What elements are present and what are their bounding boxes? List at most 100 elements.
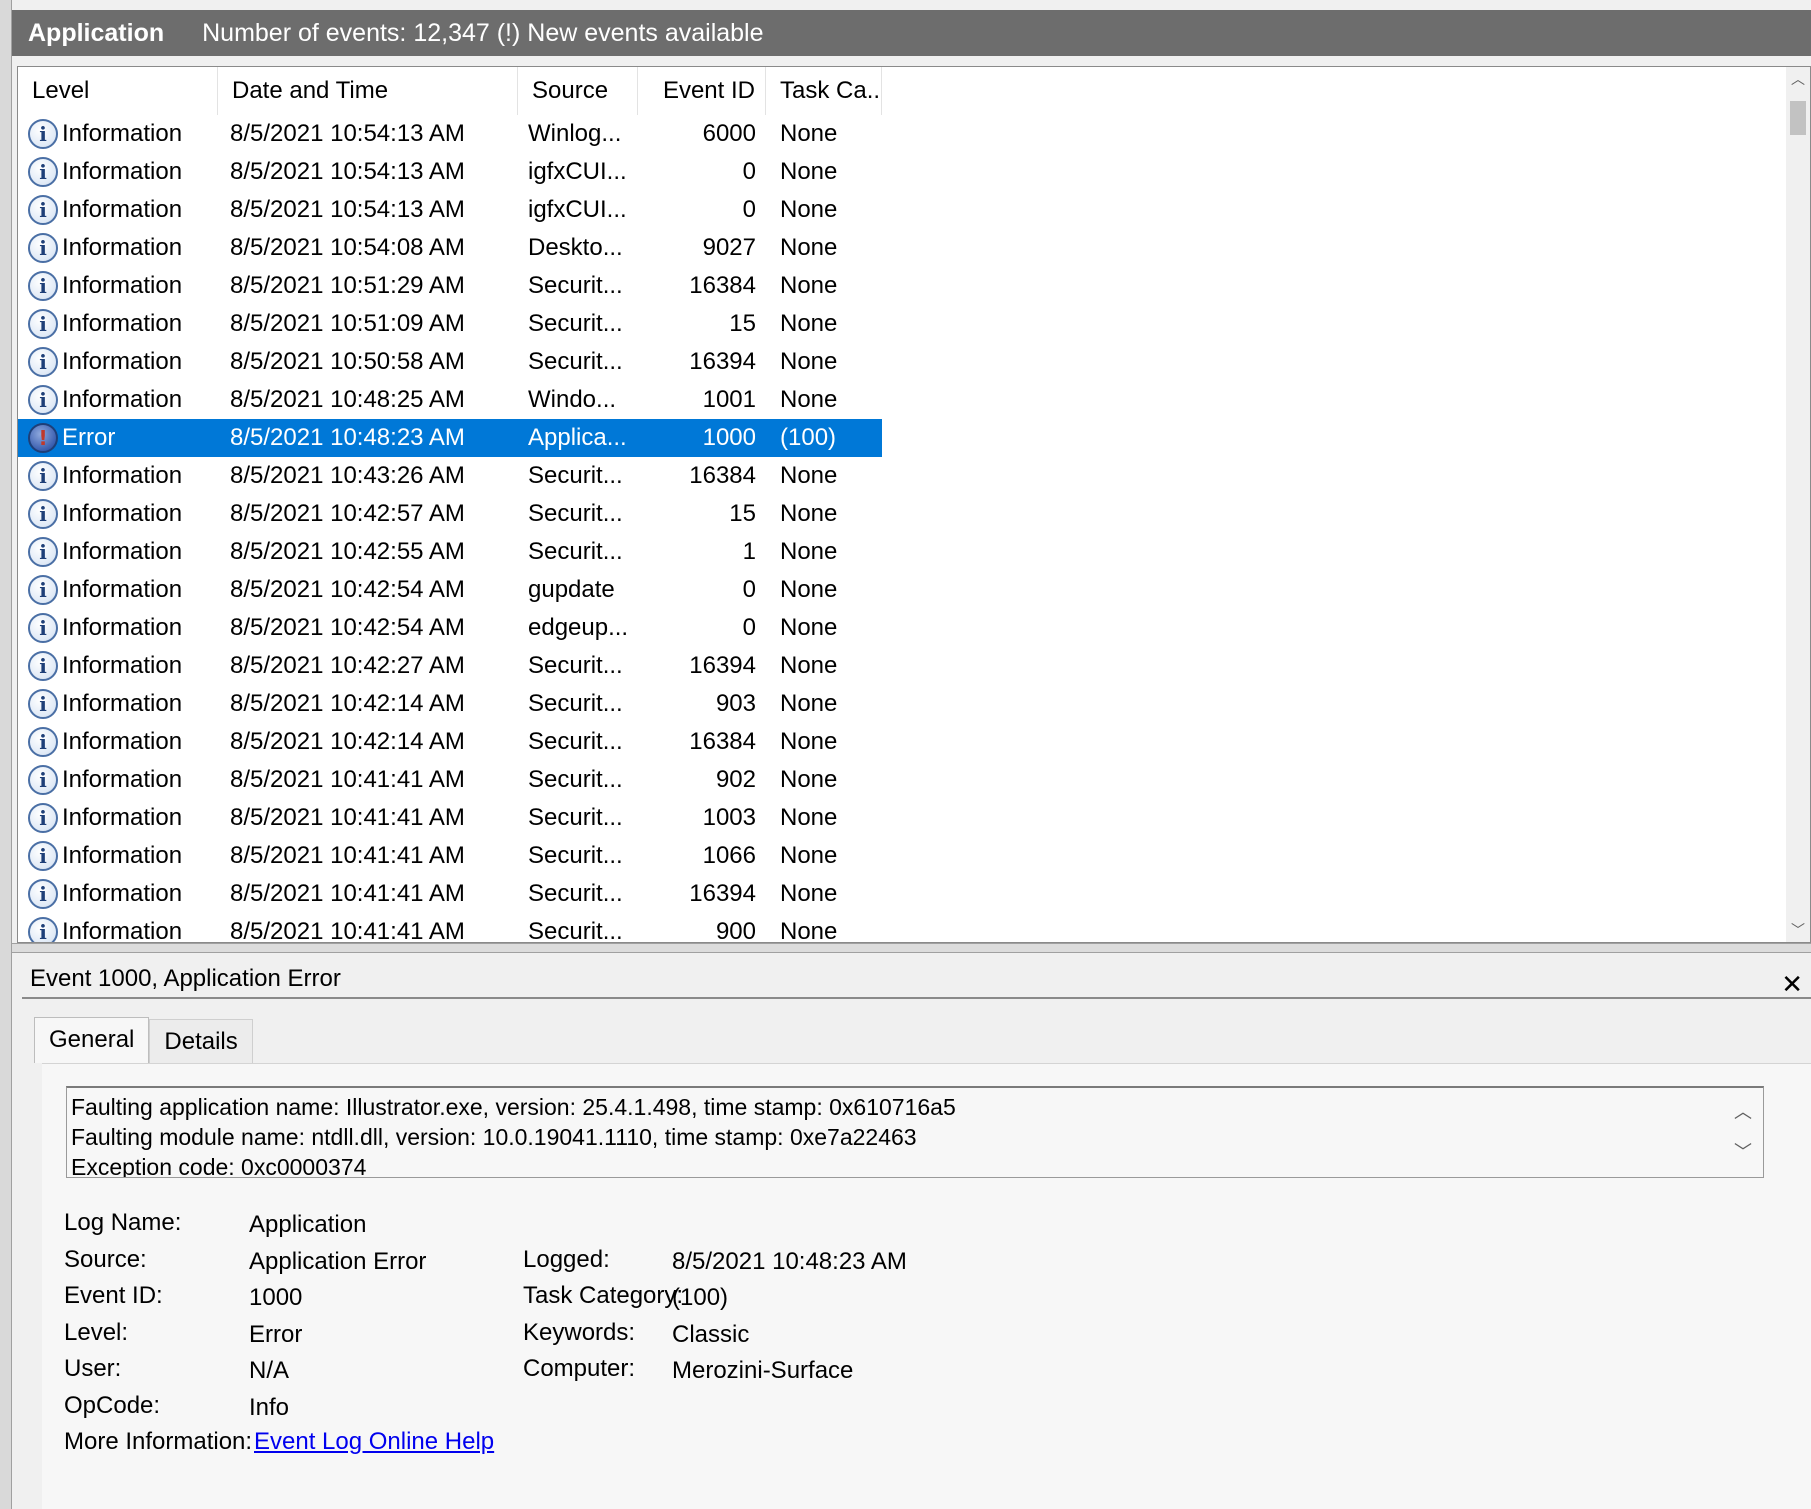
cell-task-category: None	[780, 576, 838, 603]
level-text: Information	[62, 576, 183, 603]
cell-level: i Information	[18, 841, 218, 871]
information-icon: i	[28, 157, 58, 187]
information-icon: i	[28, 195, 58, 225]
cell-level: i Information	[18, 727, 218, 757]
cell-level: i Information	[18, 119, 218, 149]
error-icon: !	[28, 423, 58, 453]
grid-vertical-scrollbar[interactable]: ︿ ﹀	[1786, 67, 1810, 942]
events-grid[interactable]: Level Date and Time Source Event ID Task…	[17, 66, 1811, 943]
column-header-level[interactable]: Level	[18, 67, 218, 115]
cell-event-id: 1001	[702, 386, 756, 413]
cell-date-time: 8/5/2021 10:48:25 AM	[230, 386, 465, 413]
cell-event-id: 902	[715, 766, 756, 793]
level-text: Information	[62, 272, 183, 299]
cell-source: Windo...	[528, 386, 617, 413]
pane-splitter[interactable]	[12, 943, 1811, 953]
detail-header: Event 1000, Application Error ✕	[22, 959, 1811, 999]
cell-event-id: 903	[715, 690, 756, 717]
cell-level: i Information	[18, 689, 218, 719]
table-row[interactable]: i Information 8/5/2021 10:41:41 AM Securit.…	[18, 837, 1786, 875]
cell-event-id: 16394	[689, 652, 756, 679]
information-icon: i	[28, 347, 58, 377]
table-row[interactable]: i Information 8/5/2021 10:41:41 AM Securit.…	[18, 799, 1786, 837]
level-text: Information	[62, 804, 183, 831]
table-row[interactable]: i Information 8/5/2021 10:48:25 AM Windo...…	[18, 381, 1786, 419]
table-row[interactable]: i Information 8/5/2021 10:41:41 AM Securit.…	[18, 913, 1786, 942]
cell-task-category: None	[780, 652, 838, 679]
cell-source: Securit...	[528, 804, 623, 831]
cell-task-category: None	[780, 234, 838, 261]
cell-level: ! Error	[18, 423, 218, 453]
log-name-title: Application	[28, 18, 165, 47]
cell-date-time: 8/5/2021 10:51:09 AM	[230, 310, 465, 337]
table-row[interactable]: i Information 8/5/2021 10:43:26 AM Securit.…	[18, 457, 1786, 495]
grid-header: Level Date and Time Source Event ID Task…	[18, 67, 1810, 115]
cell-level: i Information	[18, 575, 218, 605]
cell-event-id: 0	[742, 614, 756, 641]
table-row[interactable]: i Information 8/5/2021 10:41:41 AM Securit.…	[18, 761, 1786, 799]
cell-event-id: 1000	[702, 424, 756, 451]
table-row[interactable]: i Information 8/5/2021 10:50:58 AM Securit.…	[18, 343, 1786, 381]
table-row[interactable]: i Information 8/5/2021 10:42:14 AM Securit.…	[18, 723, 1786, 761]
tab-details[interactable]: Details	[149, 1019, 253, 1063]
cell-level: i Information	[18, 195, 218, 225]
cell-level: i Information	[18, 499, 218, 529]
scroll-up-arrow-icon[interactable]: ︿	[1786, 67, 1810, 91]
information-icon: i	[28, 651, 58, 681]
table-row[interactable]: i Information 8/5/2021 10:54:13 AM igfxCUI.…	[18, 191, 1786, 229]
cell-source: Securit...	[528, 880, 623, 907]
column-header-event-id[interactable]: Event ID	[638, 67, 766, 115]
information-icon: i	[28, 271, 58, 301]
level-text: Information	[62, 348, 183, 375]
column-header-task-category[interactable]: Task Ca...	[766, 67, 882, 115]
cell-task-category: None	[780, 386, 838, 413]
table-row[interactable]: i Information 8/5/2021 10:54:13 AM igfxCUI.…	[18, 153, 1786, 191]
information-icon: i	[28, 803, 58, 833]
cell-task-category: None	[780, 310, 838, 337]
information-icon: i	[28, 689, 58, 719]
cell-source: Securit...	[528, 538, 623, 565]
window-left-frame	[0, 0, 12, 1509]
table-row[interactable]: i Information 8/5/2021 10:51:29 AM Securit.…	[18, 267, 1786, 305]
table-row[interactable]: i Information 8/5/2021 10:42:55 AM Securit.…	[18, 533, 1786, 571]
cell-task-category: None	[780, 120, 838, 147]
table-row[interactable]: i Information 8/5/2021 10:54:13 AM Winlog..…	[18, 115, 1786, 153]
cell-level: i Information	[18, 537, 218, 567]
cell-date-time: 8/5/2021 10:41:41 AM	[230, 880, 465, 907]
label-log-name: Log Name:	[64, 1209, 182, 1236]
cell-date-time: 8/5/2021 10:41:41 AM	[230, 766, 465, 793]
cell-task-category: None	[780, 728, 838, 755]
event-log-online-help-link[interactable]: Event Log Online Help	[254, 1428, 494, 1456]
table-row[interactable]: i Information 8/5/2021 10:42:57 AM Securit.…	[18, 495, 1786, 533]
table-row[interactable]: ! Error 8/5/2021 10:48:23 AM Applica... 1000…	[18, 419, 882, 457]
table-row[interactable]: i Information 8/5/2021 10:42:27 AM Securit.…	[18, 647, 1786, 685]
table-row[interactable]: i Information 8/5/2021 10:51:09 AM Securit.…	[18, 305, 1786, 343]
table-row[interactable]: i Information 8/5/2021 10:42:54 AM gupdate 0…	[18, 571, 1786, 609]
cell-date-time: 8/5/2021 10:48:23 AM	[230, 424, 465, 451]
level-text: Information	[62, 386, 183, 413]
level-text: Information	[62, 538, 183, 565]
table-row[interactable]: i Information 8/5/2021 10:54:08 AM Deskto..…	[18, 229, 1786, 267]
scrollbar-thumb[interactable]	[1790, 101, 1806, 135]
cell-date-time: 8/5/2021 10:42:57 AM	[230, 500, 465, 527]
table-row[interactable]: i Information 8/5/2021 10:42:14 AM Securit.…	[18, 685, 1786, 723]
close-icon[interactable]: ✕	[1781, 971, 1803, 997]
cell-date-time: 8/5/2021 10:42:55 AM	[230, 538, 465, 565]
table-row[interactable]: i Information 8/5/2021 10:41:41 AM Securit.…	[18, 875, 1786, 913]
scroll-down-arrow-icon[interactable]: ﹀	[1786, 918, 1810, 942]
value-logged: 8/5/2021 10:48:23 AM	[672, 1248, 907, 1275]
cell-date-time: 8/5/2021 10:42:27 AM	[230, 652, 465, 679]
detail-tabs: General Details	[34, 1017, 253, 1063]
cell-source: igfxCUI...	[528, 196, 627, 223]
cell-level: i Information	[18, 879, 218, 909]
column-header-date-time[interactable]: Date and Time	[218, 67, 518, 115]
cell-source: gupdate	[528, 576, 615, 603]
cell-task-category: None	[780, 880, 838, 907]
table-row[interactable]: i Information 8/5/2021 10:42:54 AM edgeup..…	[18, 609, 1786, 647]
tab-general[interactable]: General	[34, 1017, 150, 1063]
information-icon: i	[28, 499, 58, 529]
column-header-source[interactable]: Source	[518, 67, 638, 115]
information-icon: i	[28, 879, 58, 909]
cell-level: i Information	[18, 309, 218, 339]
cell-task-category: None	[780, 766, 838, 793]
